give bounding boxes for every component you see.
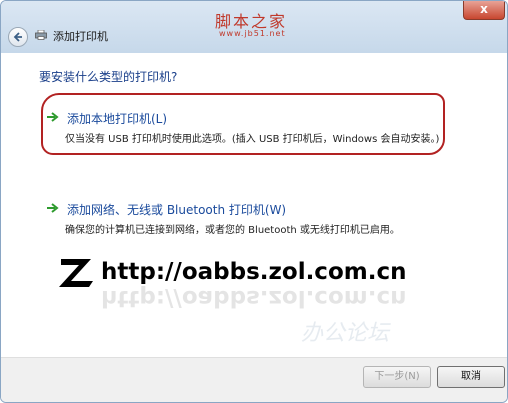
zol-logo-icon	[59, 259, 93, 287]
option-title: 添加网络、无线或 Bluetooth 打印机(W)	[67, 203, 287, 217]
next-button[interactable]: 下一步(N)	[363, 366, 431, 388]
watermark-site-text: 办公论坛	[301, 321, 390, 346]
option-add-network-printer[interactable]: 添加网络、无线或 Bluetooth 打印机(W) 确保您的计算机已连接到网络，…	[43, 201, 463, 241]
add-printer-window: 脚本之家 www.jb51.net x 添加打印机 要安装什么类型的打印机? 添…	[0, 0, 508, 403]
option-add-local-printer[interactable]: 添加本地打印机(L) 仅当没有 USB 打印机时使用此选项。(插入 USB 打印…	[43, 110, 463, 150]
green-arrow-icon	[47, 203, 59, 213]
back-button[interactable]	[8, 27, 28, 47]
back-arrow-icon	[13, 32, 22, 42]
green-arrow-icon	[47, 112, 59, 122]
page-heading: 要安装什么类型的打印机?	[39, 70, 178, 84]
watermark-url-reflection: http://oabbs.zol.com.cn	[101, 285, 407, 311]
option-description: 确保您的计算机已连接到网络，或者您的 Bluetooth 或无线打印机已启用。	[65, 225, 400, 236]
option-description: 仅当没有 USB 打印机时使用此选项。(插入 USB 打印机后，Windows …	[65, 134, 440, 145]
title-bar: 脚本之家 www.jb51.net x 添加打印机	[1, 1, 507, 53]
wizard-footer: 下一步(N) 取消	[1, 357, 507, 402]
printer-icon	[35, 30, 47, 40]
wizard-content: 要安装什么类型的打印机? 添加本地打印机(L) 仅当没有 USB 打印机时使用此…	[1, 53, 507, 357]
watermark-url: http://oabbs.zol.com.cn	[101, 259, 407, 285]
wizard-title: 添加打印机	[53, 30, 108, 43]
brand-url-watermark: www.jb51.net	[219, 29, 286, 38]
cancel-button[interactable]: 取消	[437, 366, 505, 388]
option-title: 添加本地打印机(L)	[67, 112, 168, 126]
close-button[interactable]: x	[463, 1, 505, 20]
